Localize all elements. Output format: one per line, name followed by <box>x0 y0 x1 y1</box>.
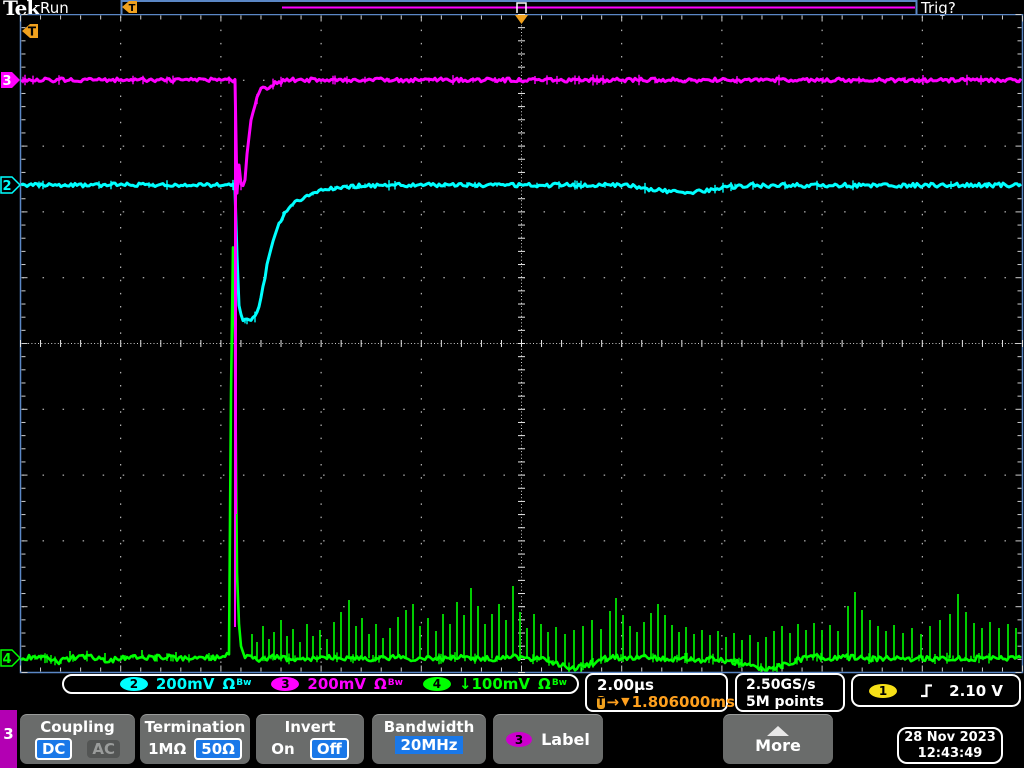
svg-text:T: T <box>28 25 37 39</box>
channel-3-scale: 200mV <box>307 674 366 693</box>
invert-arrow-icon: ↓ <box>458 674 472 693</box>
termination-1m-option[interactable]: 1MΩ <box>148 740 186 758</box>
trigger-delay-t-icon: T <box>597 695 605 709</box>
time-text: 12:43:49 <box>917 746 983 761</box>
acquisition-preview-bar[interactable]: T <box>0 0 1024 15</box>
preview-trigger-position-icon[interactable]: T <box>122 1 137 14</box>
termination-button[interactable]: Termination 1MΩ 50Ω <box>140 714 250 764</box>
trigger-readout[interactable]: 1 2.10 V <box>851 674 1021 707</box>
channel-2-impedance: ΩBw <box>222 674 252 693</box>
channel-2-scale: 200mV <box>155 674 215 693</box>
acquisition-readout[interactable]: 2.50GS/s 5M points <box>735 673 845 712</box>
invert-title: Invert <box>284 718 336 736</box>
trigger-position-marker-icon[interactable]: T <box>22 24 38 39</box>
horizontal-scale: 2.00µs <box>597 676 654 694</box>
svg-text:4: 4 <box>2 652 11 667</box>
bandwidth-title: Bandwidth <box>383 718 475 736</box>
triangle-up-icon <box>767 725 789 736</box>
label-channel-badge: 3 <box>506 732 533 747</box>
trigger-delay-value: 1.806000ms <box>631 693 735 711</box>
expansion-point-marker-icon[interactable] <box>515 15 528 24</box>
coupling-ac-option[interactable]: AC <box>87 740 121 758</box>
channel-4-impedance: ΩBw <box>538 674 567 693</box>
channel-3-impedance: ΩBw <box>373 674 403 693</box>
sample-rate: 2.50GS/s <box>746 677 816 693</box>
bandwidth-value[interactable]: 20MHz <box>395 736 463 754</box>
date-text: 28 Nov 2023 <box>904 730 996 745</box>
waveform-display[interactable]: T 3 2 4 <box>0 14 1024 674</box>
trigger-level: 2.10 V <box>949 681 1003 700</box>
termination-50-option[interactable]: 50Ω <box>194 738 242 760</box>
coupling-title: Coupling <box>40 718 115 736</box>
horizontal-readout[interactable]: 2.00µs T → ▼ 1.806000ms <box>585 673 735 712</box>
label-button-text: Label <box>541 730 590 749</box>
channel-3-badge[interactable]: 3 <box>271 677 300 691</box>
datetime-display: 28 Nov 2023 12:43:49 <box>897 727 1003 764</box>
coupling-dc-option[interactable]: DC <box>34 738 73 760</box>
trigger-delay-readout: T → ▼ 1.806000ms <box>597 693 735 711</box>
svg-text:3: 3 <box>2 74 11 89</box>
more-button-text: More <box>755 735 801 755</box>
invert-off-option[interactable]: Off <box>309 738 349 760</box>
channel-readouts[interactable]: 2 200mV ΩBw 3 200mV ΩBw 4 ↓100mV ΩBw <box>62 674 579 694</box>
channel-2-readout[interactable]: 2 200mV ΩBw <box>119 674 252 693</box>
invert-on-option[interactable]: On <box>271 740 294 758</box>
more-button[interactable]: More <box>723 714 833 764</box>
oscilloscope-screen: T Tek Run Trig? T 3 2 4 2 200mV ΩBw 3 20… <box>0 0 1024 768</box>
svg-text:2: 2 <box>2 179 11 194</box>
channel-4-scale: ↓100mV <box>458 674 531 693</box>
channel-4-badge[interactable]: 4 <box>422 677 451 691</box>
channel-4-readout[interactable]: 4 ↓100mV ΩBw <box>422 674 567 693</box>
channel-4-marker[interactable]: 4 <box>0 649 22 667</box>
bandwidth-button[interactable]: Bandwidth 20MHz <box>372 714 486 764</box>
arrow-right-icon: → <box>606 693 620 711</box>
trigger-source-badge[interactable]: 1 <box>869 683 897 698</box>
triangle-down-icon: ▼ <box>621 695 630 708</box>
rising-edge-icon <box>921 684 932 698</box>
channel-3-readout[interactable]: 3 200mV ΩBw <box>271 674 403 693</box>
channel-2-marker[interactable]: 2 <box>0 176 22 194</box>
invert-button[interactable]: Invert On Off <box>256 714 364 764</box>
record-length: 5M points <box>746 694 824 710</box>
channel-3-marker[interactable]: 3 <box>1 72 20 89</box>
channel-menu-tab[interactable]: 3 <box>0 710 17 768</box>
graticule-grid <box>19 14 1024 674</box>
coupling-button[interactable]: Coupling DC AC <box>20 714 135 764</box>
channel-2-badge[interactable]: 2 <box>119 677 148 691</box>
termination-title: Termination <box>144 718 246 736</box>
label-button[interactable]: 3 Label <box>493 714 603 764</box>
svg-text:T: T <box>129 3 136 14</box>
